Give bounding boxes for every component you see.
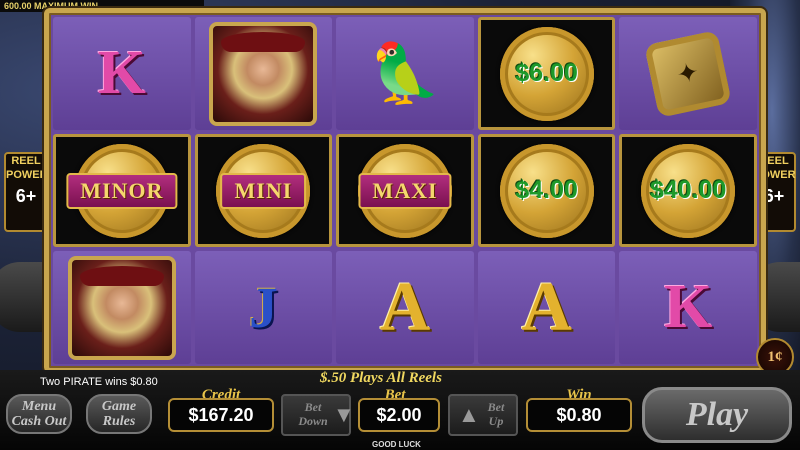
win-message: Two PIRATE wins $0.80	[40, 376, 158, 388]
reel-cell: 🦜	[336, 17, 474, 130]
reel-cell: ✦	[619, 17, 757, 130]
cannon-left	[0, 262, 50, 332]
reel-cell: MINI	[194, 134, 333, 247]
jackpot-banner: MINI	[220, 172, 307, 209]
reel-cell: A	[336, 251, 474, 364]
reel-cell	[194, 17, 333, 130]
gold-coin-symbol: $6.00	[499, 26, 594, 121]
reel-cell: $6.00	[477, 17, 616, 130]
letter-symbol: J	[248, 275, 278, 340]
arrow-down-icon: ▼	[333, 402, 355, 427]
bet-down-button[interactable]: Bet Down ▼	[281, 394, 355, 436]
jackpot-banner: MAXI	[358, 172, 452, 209]
pirate-hat	[79, 265, 164, 286]
credit-meter: $167.20	[168, 398, 274, 432]
letter-symbol: A	[521, 268, 572, 346]
bet-down-bet: Bet	[304, 400, 322, 414]
reel-frame: K 🦜 $6.00 ✦ MINOR MINI MAXI $4.00 $40.00 J A A K	[44, 8, 766, 373]
letter-symbol: K	[97, 39, 146, 107]
reel-cell: MINOR	[53, 134, 191, 247]
letter-symbol: K	[664, 273, 713, 341]
pirate-woman-symbol	[209, 21, 318, 126]
pirate-hat	[221, 31, 306, 52]
game-label: Game	[101, 399, 137, 414]
menu-cashout-button[interactable]: Menu Cash Out	[6, 394, 72, 434]
cash-out-label: Cash Out	[11, 414, 67, 429]
compass-icon: ✦	[644, 29, 733, 118]
reel-cell: $4.00	[477, 134, 616, 247]
bet-down-label: Down	[298, 414, 328, 428]
bet-up-label: Up	[488, 414, 504, 428]
reel-power-label2: POWER	[6, 169, 48, 181]
parrot-icon: 🦜	[368, 40, 442, 106]
reel-cell: J	[194, 251, 333, 364]
rules-label: Rules	[102, 414, 136, 429]
reel-cell: K	[53, 17, 191, 130]
reel-power-label: REEL	[11, 155, 41, 167]
game-rules-button[interactable]: Game Rules	[86, 394, 152, 434]
play-button[interactable]: Play	[642, 387, 792, 443]
reel-cell	[53, 251, 191, 364]
plays-all-reels-text: $.50 Plays All Reels	[320, 370, 442, 386]
coin-value: $4.00	[515, 176, 578, 204]
bet-up-bet: Bet	[487, 400, 505, 414]
gold-coin-symbol: $4.00	[499, 143, 594, 238]
reel-power-value: 6+	[15, 186, 37, 206]
gold-coin-symbol: $40.00	[641, 143, 736, 238]
good-luck-text: GOOD LUCK	[372, 440, 421, 449]
reel-cell: MAXI	[336, 134, 474, 247]
coin-value: $6.00	[515, 59, 578, 87]
win-meter: $0.80	[526, 398, 632, 432]
letter-symbol: A	[379, 268, 431, 346]
reel-grid: K 🦜 $6.00 ✦ MINOR MINI MAXI $4.00 $40.00 J A A K	[49, 13, 761, 368]
menu-label: Menu	[21, 399, 57, 414]
reel-cell: A	[477, 251, 616, 364]
jackpot-banner: MINOR	[66, 172, 178, 209]
bet-up-button[interactable]: ▲ Bet Up	[448, 394, 518, 436]
reel-cell: K	[619, 251, 757, 364]
reel-power-left: REEL POWER 6+	[4, 152, 48, 232]
reel-cell: $40.00	[619, 134, 757, 247]
pirate-woman-symbol	[67, 255, 176, 360]
coin-value: $40.00	[649, 176, 727, 204]
bet-meter: $2.00	[358, 398, 440, 432]
